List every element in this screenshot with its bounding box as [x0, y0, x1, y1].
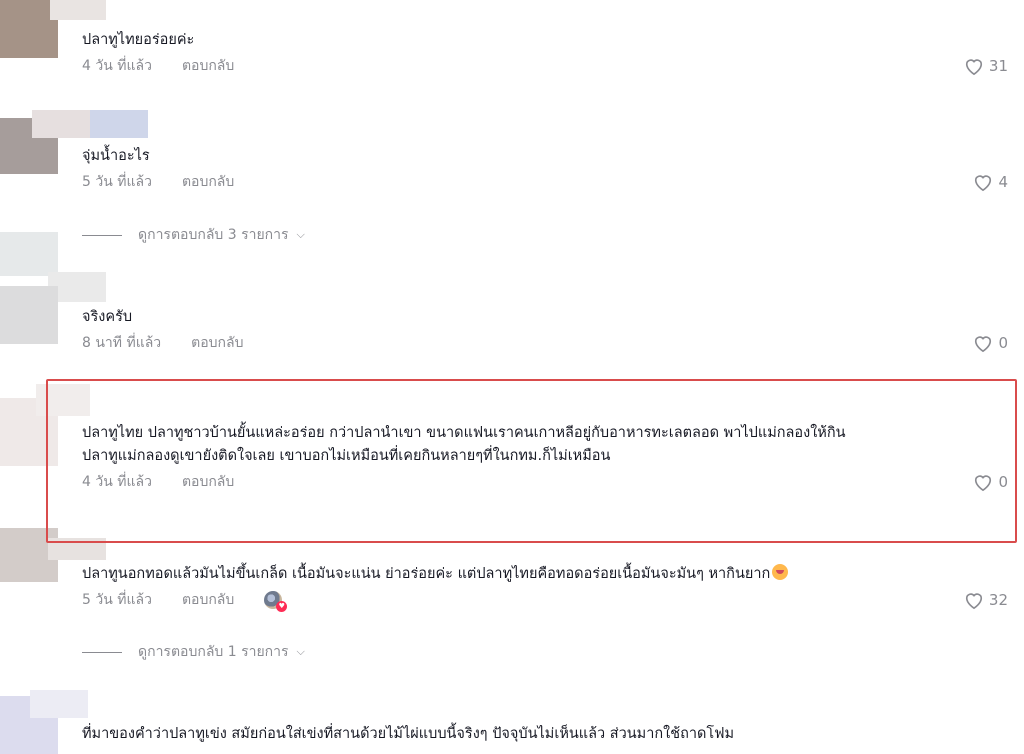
- reply-button[interactable]: ตอบกลับ: [182, 589, 234, 611]
- blurred-username: [90, 110, 148, 138]
- smiling-face-emoji-icon: [772, 564, 789, 580]
- comment-item: จริงครับ 8 นาที ที่แล้ว ตอบกลับ 0: [82, 306, 1008, 354]
- view-replies-button[interactable]: ดูการตอบกลับ 3 รายการ ⌵: [82, 224, 305, 246]
- divider-line: [82, 234, 122, 236]
- like-count: 0: [998, 334, 1008, 352]
- comment-text: จริงครับ: [82, 309, 133, 325]
- view-replies-button[interactable]: ดูการตอบกลับ 1 รายการ ⌵: [82, 641, 305, 663]
- like-count: 31: [988, 57, 1008, 75]
- like-count: 4: [998, 173, 1008, 191]
- blurred-username: [30, 690, 88, 718]
- chevron-down-icon: ⌵: [296, 228, 305, 241]
- comment-item: ที่มาของคำว่าปลาทูเข่ง สมัยก่อนใส่เข่งที…: [82, 723, 1008, 746]
- reply-button[interactable]: ตอบกลับ: [191, 332, 243, 354]
- heart-outline-icon: [975, 475, 992, 492]
- comment-text: ปลาทูแม่กลองดูเขายังติดใจเลย เขาบอกไม่เห…: [82, 448, 611, 464]
- heart-outline-icon: [975, 175, 992, 192]
- comment-item: ปลาทูนอกทอดแล้วมันไม่ขึ้นเกล็ด เนื้อมันจ…: [82, 563, 1008, 612]
- blurred-username: [50, 0, 106, 20]
- comment-text: ปลาทูไทยอร่อยค่ะ: [82, 32, 195, 48]
- like-count: 32: [988, 591, 1008, 609]
- like-button[interactable]: 0: [972, 333, 1008, 353]
- comment-time: 4 วัน ที่แล้ว: [82, 58, 152, 74]
- creator-liked-badge: ♥: [262, 589, 288, 612]
- comment-item: ปลาทูไทย ปลาทูชาวบ้านยั้นแหล่ะอร่อย กว่า…: [82, 422, 1008, 493]
- heart-outline-icon: [975, 336, 992, 353]
- avatar[interactable]: [0, 286, 58, 344]
- comment-item: จุ่มน้ำอะไร 5 วัน ที่แล้ว ตอบกลับ 4: [82, 145, 1008, 193]
- comment-time: 4 วัน ที่แล้ว: [82, 474, 152, 490]
- heart-outline-icon: [965, 59, 982, 76]
- comment-text: ปลาทูนอกทอดแล้วมันไม่ขึ้นเกล็ด เนื้อมันจ…: [82, 563, 1008, 586]
- reply-button[interactable]: ตอบกลับ: [182, 471, 234, 493]
- view-replies-label: ดูการตอบกลับ 1 รายการ: [138, 644, 289, 660]
- comment-item: ปลาทูไทยอร่อยค่ะ 4 วัน ที่แล้ว ตอบกลับ 3…: [82, 29, 1008, 77]
- like-button[interactable]: 31: [963, 56, 1008, 76]
- chevron-down-icon: ⌵: [296, 645, 305, 658]
- heart-outline-icon: [965, 593, 982, 610]
- reply-button[interactable]: ตอบกลับ: [182, 171, 234, 193]
- comment-time: 8 นาที ที่แล้ว: [82, 335, 162, 351]
- comment-time: 5 วัน ที่แล้ว: [82, 592, 152, 608]
- like-count: 0: [998, 473, 1008, 491]
- avatar[interactable]: [0, 232, 58, 276]
- comment-text: ปลาทูไทย ปลาทูชาวบ้านยั้นแหล่ะอร่อย กว่า…: [82, 425, 846, 441]
- comment-time: 5 วัน ที่แล้ว: [82, 174, 152, 190]
- like-button[interactable]: 4: [972, 172, 1008, 192]
- reply-button[interactable]: ตอบกลับ: [182, 55, 234, 77]
- like-button[interactable]: 0: [972, 472, 1008, 492]
- comment-text: ที่มาของคำว่าปลาทูเข่ง สมัยก่อนใส่เข่งที…: [82, 726, 735, 742]
- heart-icon: ♥: [276, 601, 288, 612]
- view-replies-label: ดูการตอบกลับ 3 รายการ: [138, 227, 289, 243]
- divider-line: [82, 651, 122, 653]
- like-button[interactable]: 32: [963, 590, 1008, 610]
- comment-text: จุ่มน้ำอะไร: [82, 148, 150, 164]
- blurred-username: [32, 110, 90, 138]
- comment-text-content: ปลาทูนอกทอดแล้วมันไม่ขึ้นเกล็ด เนื้อมันจ…: [82, 566, 771, 582]
